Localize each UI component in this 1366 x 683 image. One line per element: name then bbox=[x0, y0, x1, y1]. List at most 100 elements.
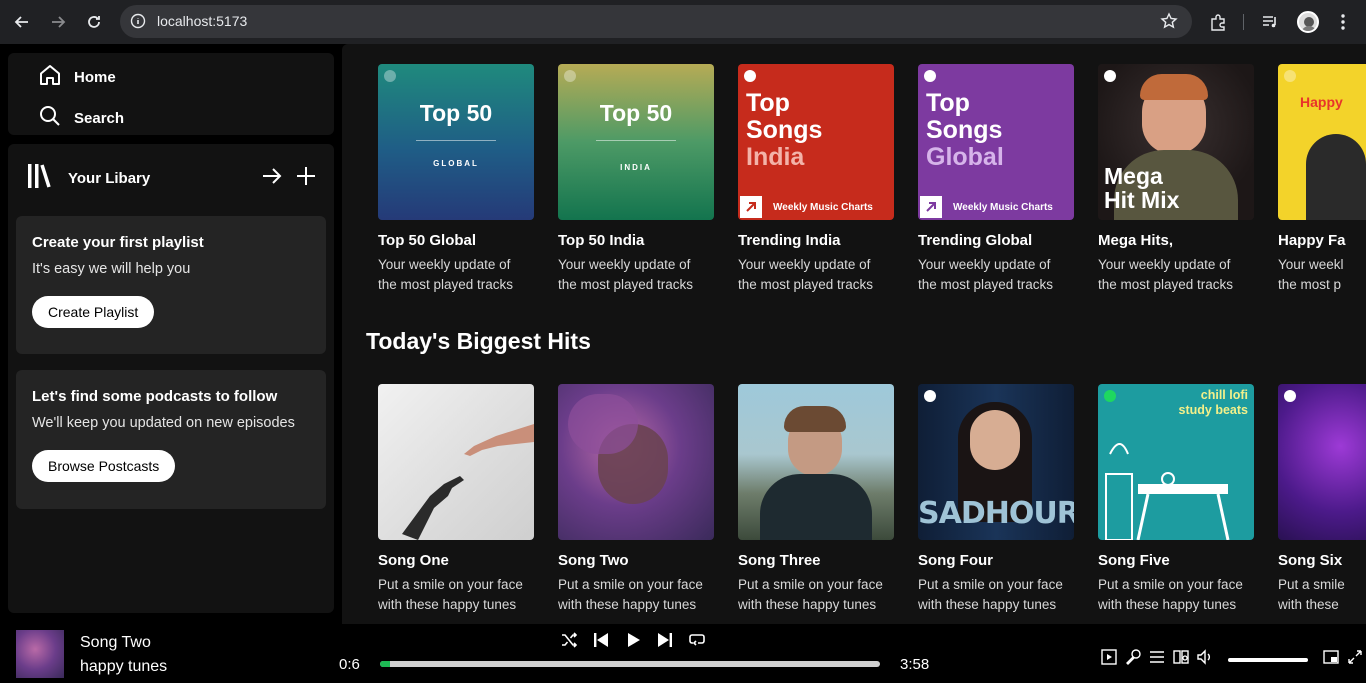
playlist-card[interactable]: Mega Hit Mix Mega Hits, Your weekly upda… bbox=[1098, 64, 1254, 295]
spotify-logo-icon bbox=[1104, 70, 1116, 82]
plus-icon[interactable] bbox=[294, 164, 318, 193]
playlist-card[interactable]: Top Songs Global Weekly Music Charts Tre… bbox=[918, 64, 1074, 295]
card-title: Trending Global bbox=[918, 232, 1033, 249]
desc-line: Your weekly update of bbox=[558, 257, 691, 272]
cover-tag: Weekly Music Charts bbox=[953, 202, 1053, 213]
card-title: Happy Fa bbox=[1278, 232, 1346, 249]
site-info-icon[interactable] bbox=[130, 13, 146, 34]
now-playing-view-icon[interactable] bbox=[1100, 648, 1118, 671]
trend-arrow-icon bbox=[740, 196, 762, 218]
progress-bar[interactable] bbox=[380, 661, 880, 667]
desc-line: Put a smile on your face bbox=[918, 577, 1063, 592]
desc-line: with these happy tunes bbox=[1098, 597, 1237, 612]
playback-controls bbox=[560, 631, 706, 654]
spotify-logo-icon bbox=[924, 390, 936, 402]
desc-line: Put a smile on your face bbox=[1098, 577, 1243, 592]
library-panel: Your Libary Create your first playlist I… bbox=[8, 144, 334, 613]
play-icon[interactable] bbox=[624, 631, 642, 654]
connect-device-icon[interactable] bbox=[1172, 648, 1190, 671]
next-icon[interactable] bbox=[656, 631, 674, 654]
repeat-icon[interactable] bbox=[688, 631, 706, 654]
cover-line: Top bbox=[926, 89, 970, 117]
forward-icon[interactable] bbox=[46, 10, 70, 34]
spotify-logo-icon bbox=[1284, 390, 1296, 402]
volume-icon[interactable] bbox=[1196, 648, 1214, 671]
cover-subtitle: INDIA bbox=[620, 163, 652, 172]
fullscreen-icon[interactable] bbox=[1346, 648, 1364, 671]
cover-title: Top 50 bbox=[599, 100, 673, 126]
bookmark-star-icon[interactable] bbox=[1160, 12, 1178, 35]
cover-title: SADHOUR bbox=[918, 496, 1074, 531]
nav-home[interactable]: Home bbox=[38, 63, 116, 91]
reload-icon[interactable] bbox=[82, 10, 106, 34]
desc-line: with these happy tunes bbox=[558, 597, 697, 612]
create-playlist-button[interactable]: Create Playlist bbox=[32, 296, 155, 328]
cover-subtitle: GLOBAL bbox=[433, 159, 479, 168]
card-text: We'll keep you updated on new episodes bbox=[32, 415, 295, 431]
previous-icon[interactable] bbox=[592, 631, 610, 654]
playlist-card[interactable]: Happy Happy Fa Your weekl the most p bbox=[1278, 64, 1366, 295]
song-card[interactable]: Song One Put a smile on your face with th… bbox=[378, 384, 534, 615]
browser-menu-icon[interactable] bbox=[1331, 10, 1355, 34]
extensions-icon[interactable] bbox=[1206, 10, 1230, 34]
cover-image: Top 50 INDIA bbox=[558, 64, 714, 220]
queue-icon[interactable] bbox=[1148, 648, 1166, 671]
card-description: Your weekly update of the most played tra… bbox=[918, 255, 1074, 295]
desc-line: Your weekly update of bbox=[1098, 257, 1231, 272]
profile-avatar[interactable] bbox=[1296, 10, 1320, 34]
main-content: Top 50 GLOBAL Top 50 Global Your weekly … bbox=[342, 44, 1366, 624]
cover-image bbox=[558, 384, 714, 540]
playlist-card[interactable]: Top 50 GLOBAL Top 50 Global Your weekly … bbox=[378, 64, 534, 295]
browser-toolbar: localhost:5173 bbox=[0, 0, 1366, 44]
desc-line: Put a smile bbox=[1278, 577, 1345, 592]
card-text: It's easy we will help you bbox=[32, 261, 191, 277]
desc-line: with these happy tunes bbox=[378, 597, 517, 612]
media-control-icon[interactable] bbox=[1258, 10, 1282, 34]
artist-figure bbox=[1306, 134, 1366, 220]
app-root: Home Search Your Libary Create your firs… bbox=[0, 44, 1366, 683]
lofi-illustration bbox=[1105, 443, 1230, 540]
shuffle-icon[interactable] bbox=[560, 631, 578, 654]
library-header[interactable]: Your Libary bbox=[26, 162, 150, 194]
cover-tag: Weekly Music Charts bbox=[773, 202, 873, 213]
card-description: Put a smile on your face with these happy… bbox=[918, 575, 1074, 615]
microphone-icon[interactable] bbox=[1124, 648, 1142, 671]
desc-line: the most played tracks bbox=[918, 277, 1054, 292]
cover-line: Mega bbox=[1104, 163, 1163, 189]
song-card[interactable]: Song Three Put a smile on your face with … bbox=[738, 384, 894, 615]
total-time: 3:58 bbox=[900, 656, 930, 673]
playlist-card[interactable]: Top 50 INDIA Top 50 India Your weekly up… bbox=[558, 64, 714, 295]
cover-line: Songs bbox=[926, 116, 1003, 144]
volume-fill bbox=[1228, 657, 1308, 662]
cover-image: Happy bbox=[1278, 64, 1366, 220]
song-card[interactable]: Song Six Put a smile with these bbox=[1278, 384, 1366, 615]
address-bar[interactable]: localhost:5173 bbox=[120, 5, 1192, 38]
song-card[interactable]: SADHOUR Song Four Put a smile on your fa… bbox=[918, 384, 1074, 615]
song-card[interactable]: Song Two Put a smile on your face with th… bbox=[558, 384, 714, 615]
spotify-logo-icon bbox=[1284, 70, 1296, 82]
card-title: Song Two bbox=[558, 552, 629, 569]
nav-search[interactable]: Search bbox=[38, 104, 124, 132]
card-description: Put a smile on your face with these happy… bbox=[738, 575, 894, 615]
card-description: Your weekly update of the most played tra… bbox=[558, 255, 714, 295]
arrow-right-icon[interactable] bbox=[260, 164, 284, 193]
card-title: Create your first playlist bbox=[32, 234, 204, 251]
back-icon[interactable] bbox=[10, 10, 34, 34]
browse-podcasts-button[interactable]: Browse Postcasts bbox=[32, 450, 176, 482]
elapsed-time: 0:6 bbox=[339, 656, 360, 673]
trend-arrow-icon bbox=[920, 196, 942, 218]
card-title: Song Six bbox=[1278, 552, 1343, 569]
song-card[interactable]: chill lofi study beats Song Five Put a s… bbox=[1098, 384, 1254, 615]
spotify-logo-icon bbox=[384, 70, 396, 82]
extra-controls bbox=[1100, 648, 1364, 671]
card-title: Song One bbox=[378, 552, 449, 569]
cover-title: Top Songs Global bbox=[926, 90, 1004, 171]
volume-slider[interactable] bbox=[1228, 657, 1308, 662]
cover-image bbox=[1278, 384, 1366, 540]
url-text: localhost:5173 bbox=[157, 13, 248, 29]
card-description: Put a smile with these bbox=[1278, 575, 1366, 615]
playlist-card[interactable]: Top Songs India Weekly Music Charts Tren… bbox=[738, 64, 894, 295]
mini-player-icon[interactable] bbox=[1322, 648, 1340, 671]
desc-line: Your weekly update of bbox=[378, 257, 511, 272]
card-description: Your weekly update of the most played tra… bbox=[378, 255, 534, 295]
